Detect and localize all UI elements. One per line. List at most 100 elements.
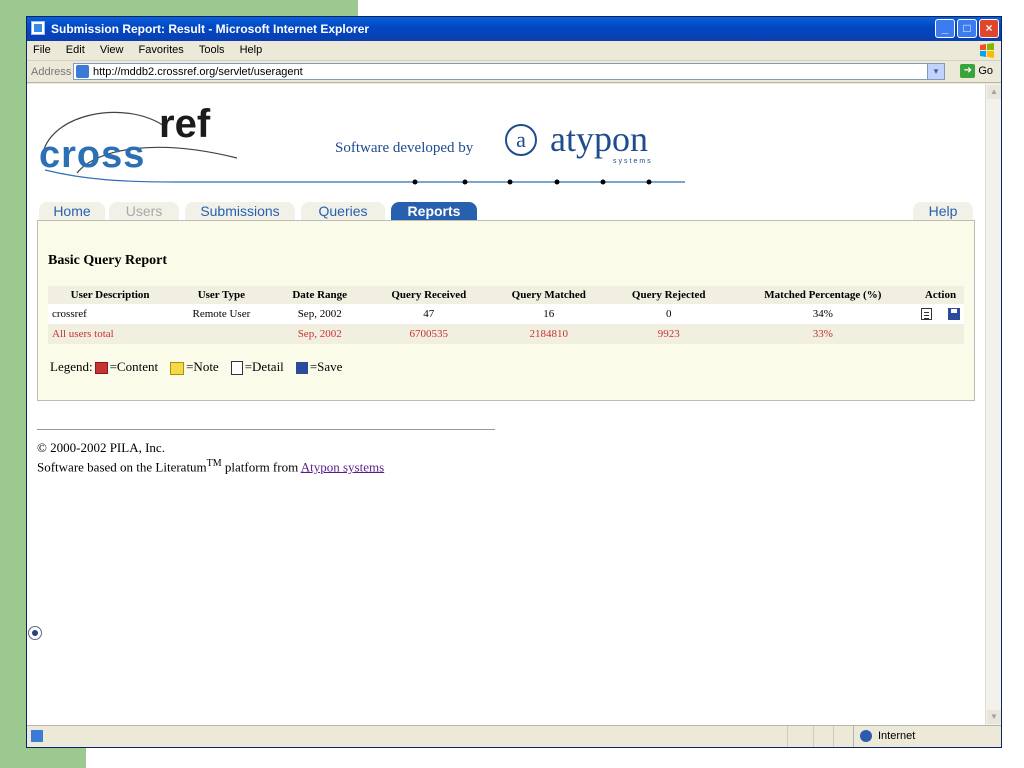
- tab-queries[interactable]: Queries: [301, 202, 385, 220]
- menu-edit[interactable]: Edit: [60, 41, 91, 56]
- media-button-icon[interactable]: [28, 626, 42, 640]
- software-credit: Software based on the LiteratumTM platfo…: [37, 458, 384, 475]
- title-bar[interactable]: Submission Report: Result - Microsoft In…: [27, 17, 1001, 41]
- cell-date-range: Sep, 2002: [270, 304, 369, 324]
- minimize-button[interactable]: _: [935, 19, 955, 38]
- desktop-background-top: [0, 0, 358, 16]
- go-label: Go: [978, 64, 993, 77]
- atypon-logo-icon: a: [505, 124, 537, 156]
- cell-percentage: 33%: [728, 324, 917, 344]
- cell-user-type: [172, 324, 271, 344]
- ie-page-icon: [31, 21, 45, 35]
- table-row-total: All users total Sep, 2002 6700535 218481…: [48, 324, 964, 344]
- cell-date-range: Sep, 2002: [270, 324, 369, 344]
- software-prefix: Software based on the Literatum: [37, 459, 207, 475]
- cell-user-type: Remote User: [172, 304, 271, 324]
- col-query-matched: Query Matched: [488, 286, 609, 304]
- cell-rejected: 0: [608, 304, 729, 324]
- save-icon[interactable]: [948, 308, 960, 321]
- status-divider: [813, 726, 814, 747]
- cell-rejected: 9923: [608, 324, 729, 344]
- address-input[interactable]: http://mddb2.crossref.org/servlet/userag…: [73, 63, 945, 80]
- footer-divider: [37, 429, 495, 430]
- cell-actions: [917, 304, 964, 324]
- vertical-scrollbar[interactable]: ▲ ▼: [985, 84, 1001, 725]
- legend-label: Legend:: [50, 359, 93, 374]
- legend-save: =Save: [309, 359, 343, 374]
- copyright-text: © 2000-2002 PILA, Inc.: [37, 440, 165, 455]
- crossref-logo-ref: ref: [159, 102, 211, 146]
- trademark-mark: TM: [206, 458, 222, 469]
- tab-home[interactable]: Home: [39, 202, 105, 220]
- legend-content: =Content: [109, 359, 159, 374]
- legend-save-icon: [295, 362, 308, 375]
- legend-detail: =Detail: [244, 359, 284, 374]
- menu-bar: File Edit View Favorites Tools Help: [27, 41, 1001, 61]
- cell-percentage: 34%: [728, 304, 917, 324]
- address-label: Address: [31, 66, 72, 78]
- col-action: Action: [917, 286, 964, 304]
- nav-tabs: Home Users Submissions Queries Reports H…: [39, 202, 973, 222]
- status-bar: Internet: [27, 725, 1001, 747]
- menu-view[interactable]: View: [94, 41, 130, 56]
- menu-tools[interactable]: Tools: [193, 41, 231, 56]
- note-icon: [170, 361, 185, 375]
- col-query-received: Query Received: [368, 286, 489, 304]
- windows-flag-icon: [980, 43, 994, 58]
- col-user-type: User Type: [172, 286, 271, 304]
- zone-label: Internet: [878, 730, 916, 742]
- window-title: Submission Report: Result - Microsoft In…: [51, 22, 370, 36]
- report-table: User Description User Type Date Range Qu…: [48, 286, 964, 344]
- cell-received: 6700535: [368, 324, 489, 344]
- tab-submissions[interactable]: Submissions: [185, 202, 295, 220]
- address-bar: Address http://mddb2.crossref.org/servle…: [27, 61, 1001, 83]
- go-button[interactable]: ➜ Go: [960, 64, 993, 78]
- content-icon: [94, 362, 108, 375]
- detail-icon[interactable]: [921, 308, 932, 321]
- menu-file[interactable]: File: [27, 41, 57, 56]
- maximize-button[interactable]: □: [957, 19, 977, 38]
- page-content: cross ref Software developed by a atypon…: [27, 84, 985, 725]
- table-header-row: User Description User Type Date Range Qu…: [48, 286, 964, 304]
- browser-window: Submission Report: Result - Microsoft In…: [26, 16, 1002, 748]
- report-title: Basic Query Report: [48, 253, 167, 268]
- atypon-systems-link[interactable]: Atypon systems: [301, 459, 384, 474]
- menu-favorites[interactable]: Favorites: [133, 41, 190, 56]
- page-icon: [76, 65, 89, 78]
- legend-note: =Note: [186, 359, 219, 374]
- cell-matched: 16: [488, 304, 609, 324]
- cell-description: crossref: [48, 304, 173, 324]
- tab-reports[interactable]: Reports: [391, 202, 477, 220]
- security-zone: Internet: [853, 726, 1003, 747]
- developed-by-text: Software developed by: [335, 140, 474, 156]
- atypon-logo-text: atypon: [550, 119, 648, 159]
- go-arrow-icon: ➜: [960, 64, 976, 78]
- report-panel: Basic Query Report User Description User…: [37, 220, 975, 401]
- atypon-logo-subtext: systems: [613, 158, 653, 165]
- address-dropdown-icon[interactable]: ▾: [927, 64, 944, 79]
- status-page-icon: [31, 730, 43, 742]
- cell-description: All users total: [48, 324, 173, 344]
- atypon-mark-letter: a: [516, 127, 526, 152]
- scroll-up-icon[interactable]: ▲: [987, 85, 1001, 99]
- col-date-range: Date Range: [270, 286, 369, 304]
- header-dotted-line: [45, 169, 685, 185]
- tab-help[interactable]: Help: [913, 202, 973, 220]
- software-mid: platform from: [221, 459, 301, 475]
- col-matched-percentage: Matched Percentage (%): [728, 286, 917, 304]
- cell-matched: 2184810: [488, 324, 609, 344]
- status-divider: [833, 726, 834, 747]
- cell-received: 47: [368, 304, 489, 324]
- legend: Legend: =Content =Note =Detail =Save: [50, 359, 343, 376]
- tab-users: Users: [109, 202, 179, 220]
- col-query-rejected: Query Rejected: [608, 286, 729, 304]
- menu-help[interactable]: Help: [234, 41, 269, 56]
- close-button[interactable]: ×: [979, 19, 999, 38]
- cell-actions-empty: [917, 324, 964, 344]
- globe-icon: [860, 730, 872, 742]
- col-user-description: User Description: [48, 286, 173, 304]
- status-divider: [787, 726, 788, 747]
- table-row: crossref Remote User Sep, 2002 47 16 0 3…: [48, 304, 964, 324]
- address-url: http://mddb2.crossref.org/servlet/userag…: [93, 66, 303, 78]
- scroll-down-icon[interactable]: ▼: [987, 710, 1001, 724]
